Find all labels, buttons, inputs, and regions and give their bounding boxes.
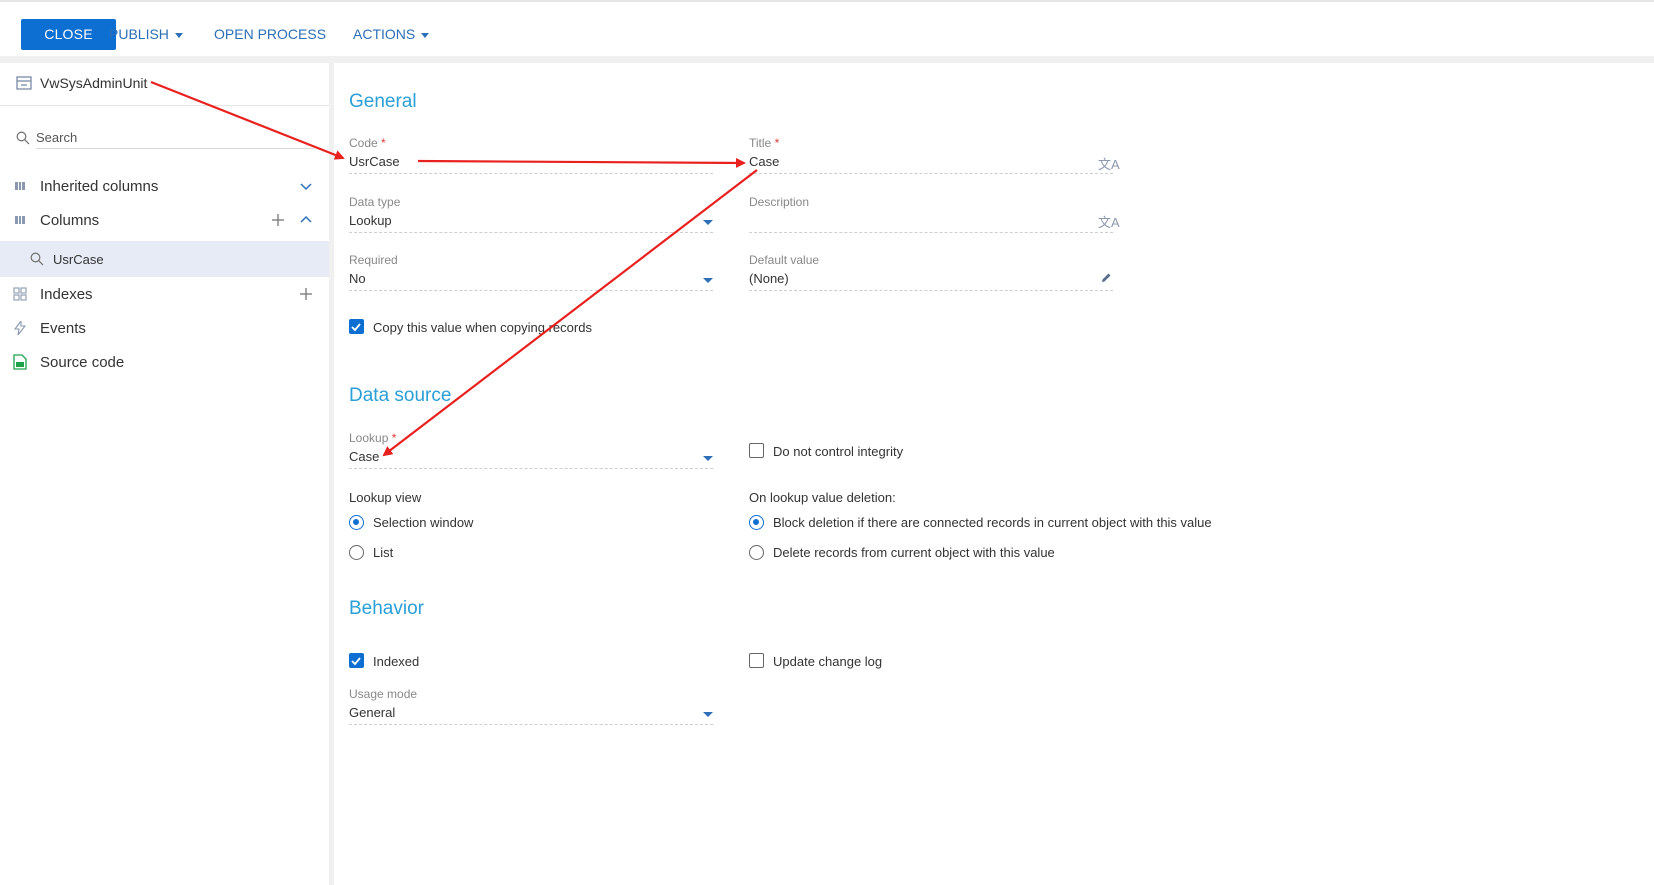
annotation-arrow (150, 80, 345, 160)
annotation-arrow (417, 157, 746, 168)
annotation-arrow (382, 169, 758, 457)
annotation-arrows (150, 80, 758, 457)
